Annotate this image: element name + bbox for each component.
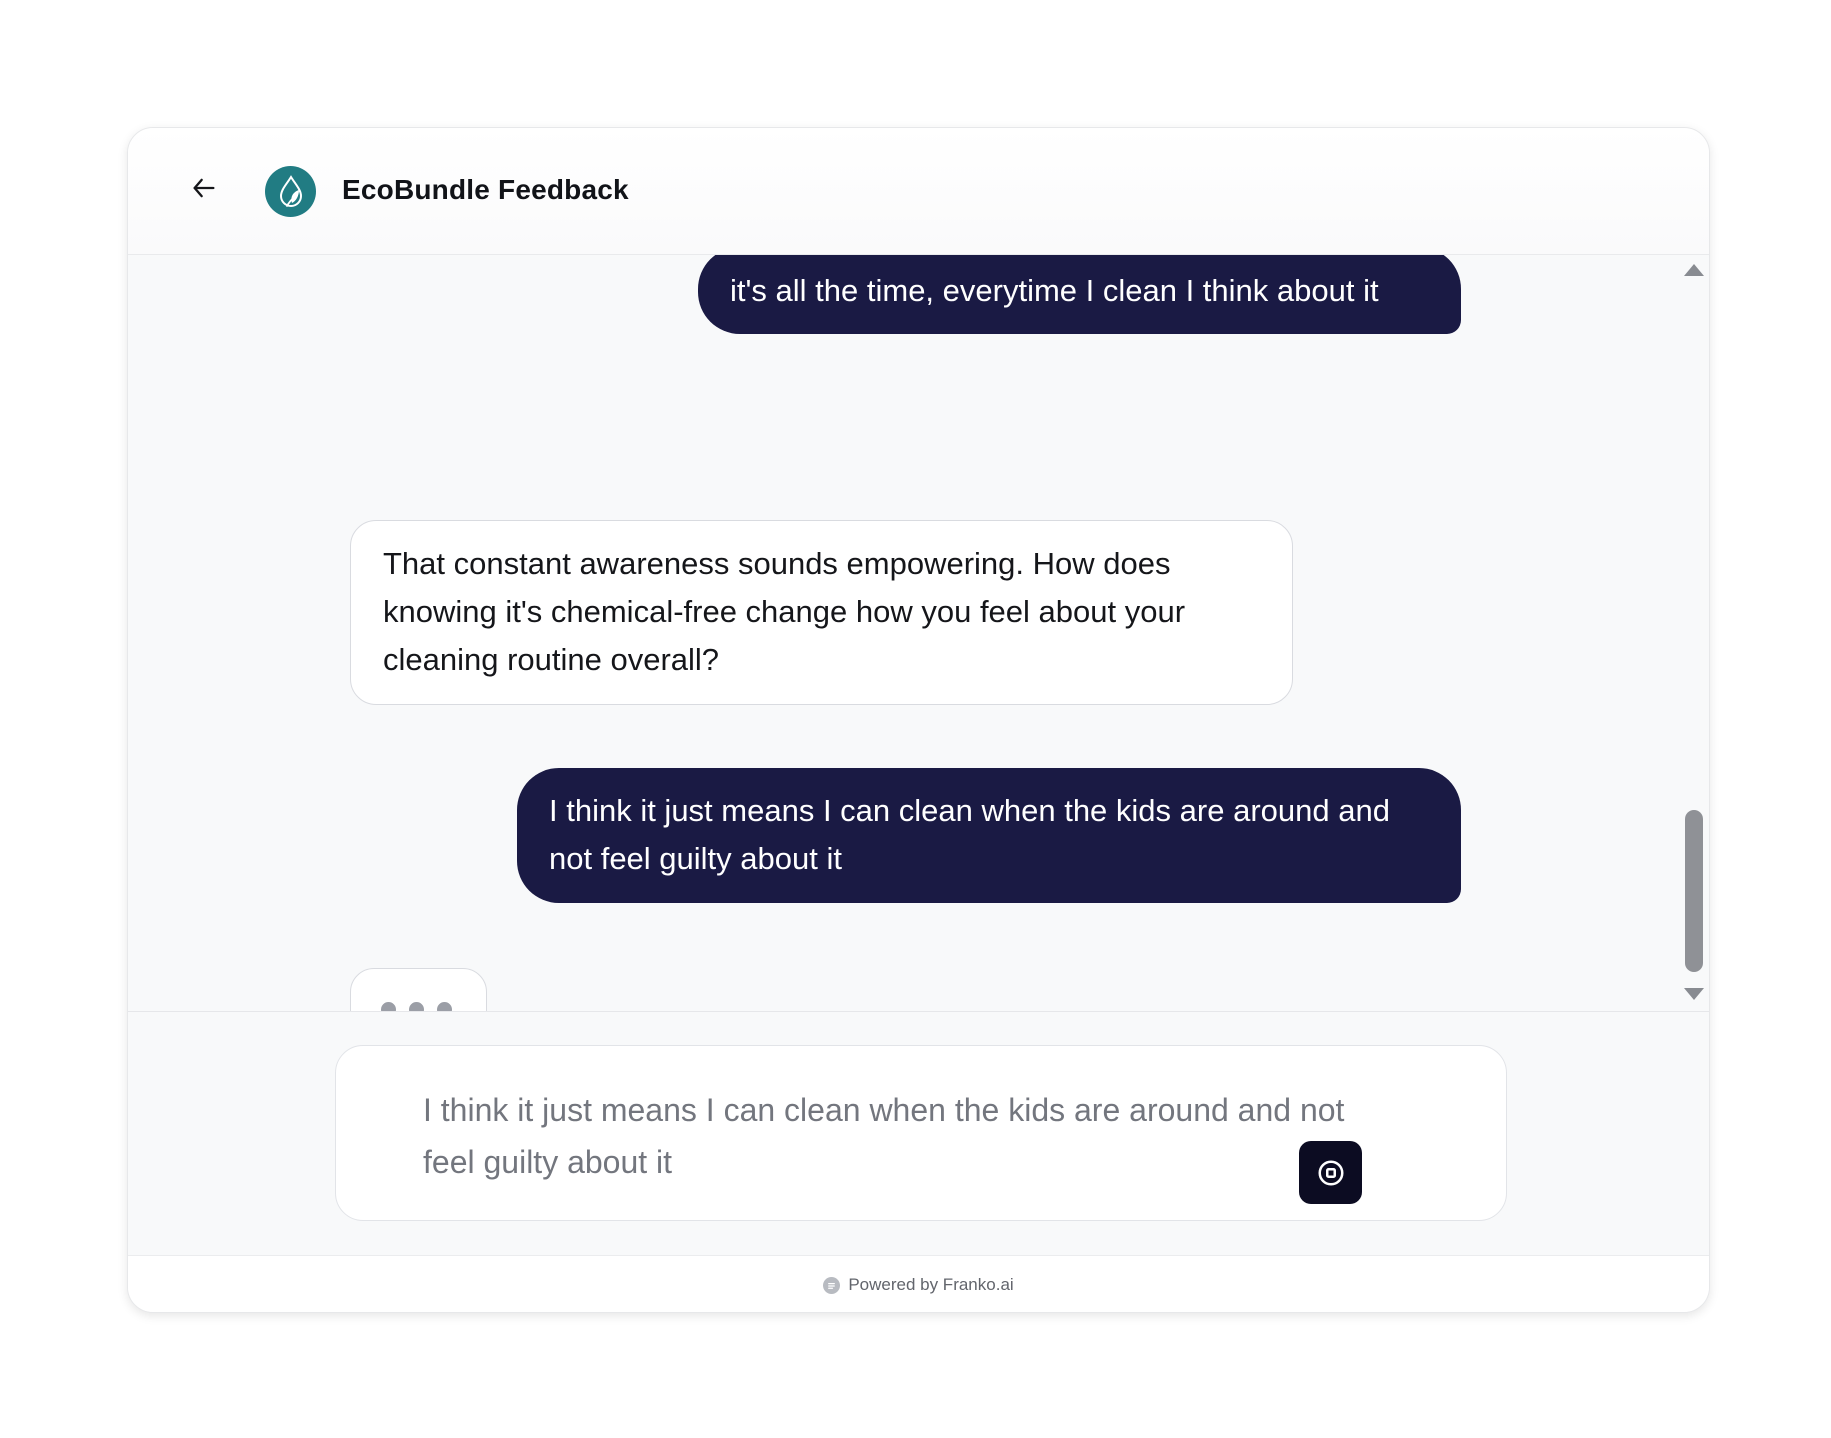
scroll-down-arrow-icon[interactable]	[1684, 988, 1704, 1000]
message-input-text[interactable]: I think it just means I can clean when t…	[423, 1084, 1363, 1188]
footer: Powered by Franko.ai	[128, 1255, 1709, 1312]
scroll-thumb[interactable]	[1685, 810, 1703, 972]
back-button[interactable]	[184, 168, 224, 208]
chat-window: EcoBundle Feedback it's all the time, ev…	[127, 127, 1710, 1313]
assistant-message: That constant awareness sounds empowerin…	[350, 520, 1293, 705]
typing-dot	[409, 1002, 424, 1011]
composer-area: I think it just means I can clean when t…	[128, 1011, 1709, 1255]
user-message: it's all the time, everytime I clean I t…	[698, 255, 1461, 334]
water-drop-leaf-icon	[279, 174, 302, 207]
chat-bubble-icon	[823, 1276, 841, 1294]
user-message: I think it just means I can clean when t…	[517, 768, 1461, 903]
typing-dot	[381, 1002, 396, 1011]
typing-indicator	[350, 968, 487, 1011]
message-list: it's all the time, everytime I clean I t…	[128, 255, 1709, 1011]
brand-avatar	[265, 166, 316, 217]
chat-title: EcoBundle Feedback	[342, 174, 629, 205]
chat-header: EcoBundle Feedback	[128, 128, 1709, 255]
stop-circle-icon	[1318, 1160, 1343, 1185]
stop-button[interactable]	[1299, 1141, 1362, 1204]
typing-dot	[437, 1002, 452, 1011]
powered-by-label[interactable]: Powered by Franko.ai	[848, 1275, 1013, 1295]
scrollbar[interactable]	[1673, 255, 1709, 1011]
arrow-left-icon	[193, 178, 215, 198]
scroll-up-arrow-icon[interactable]	[1684, 264, 1704, 276]
